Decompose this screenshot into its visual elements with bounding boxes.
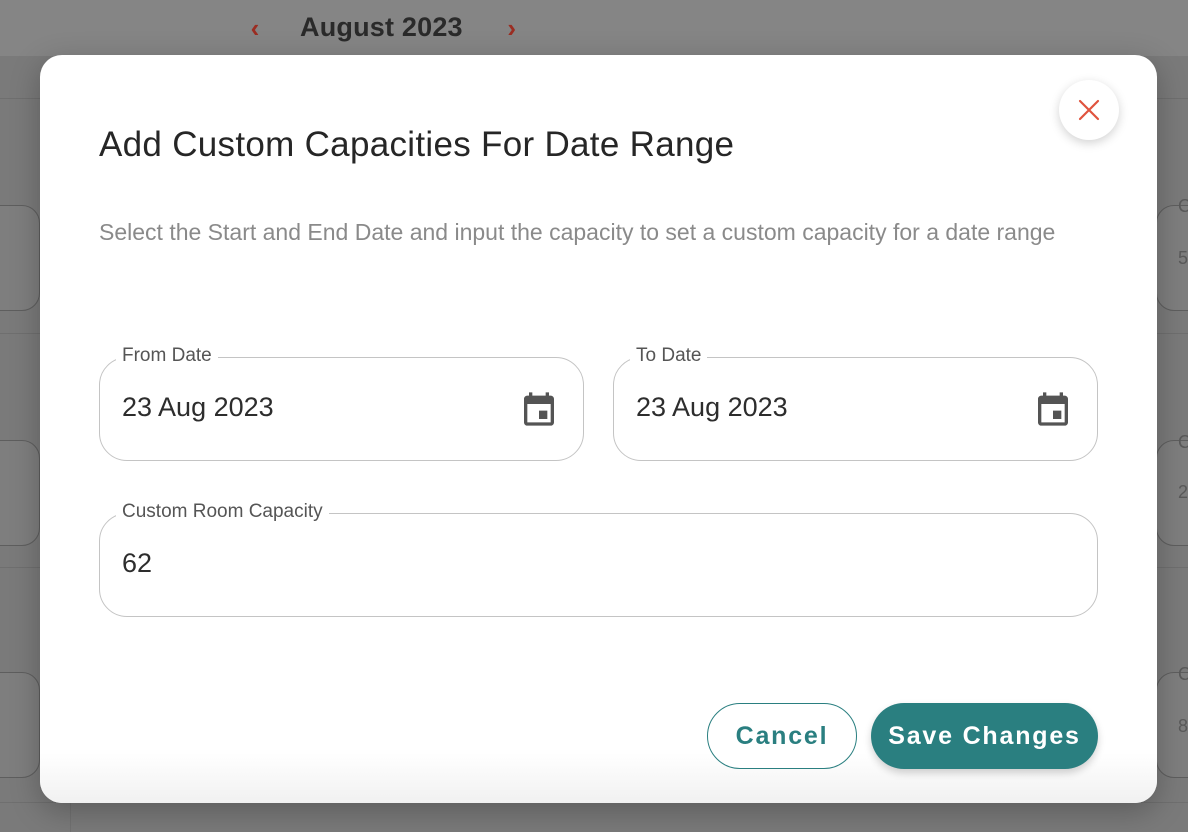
- month-label: August 2023: [300, 12, 463, 42]
- from-date-field[interactable]: From Date 23 Aug 2023: [99, 344, 584, 461]
- calendar-header: ‹ August 2023 ›: [0, 0, 1188, 56]
- cancel-button[interactable]: Cancel: [707, 703, 857, 769]
- dialog-title: Add Custom Capacities For Date Range: [99, 125, 735, 164]
- custom-capacity-dialog: Add Custom Capacities For Date Range Sel…: [40, 55, 1157, 803]
- calendar-day-card: [0, 440, 40, 546]
- to-date-field[interactable]: To Date 23 Aug 2023: [613, 344, 1098, 461]
- close-button[interactable]: [1059, 80, 1119, 140]
- dialog-description: Select the Start and End Date and input …: [99, 219, 1056, 245]
- to-date-label: To Date: [630, 344, 708, 368]
- room-capacity-field[interactable]: Custom Room Capacity 62: [99, 500, 1098, 617]
- edge-glyph: 2: [1178, 482, 1188, 502]
- close-icon: [1078, 99, 1100, 121]
- calendar-icon[interactable]: [519, 389, 559, 429]
- chevron-right-icon[interactable]: ›: [497, 15, 527, 41]
- to-date-value[interactable]: 23 Aug 2023: [636, 392, 788, 423]
- month-navigation: ‹ August 2023 ›: [240, 12, 527, 43]
- room-capacity-label: Custom Room Capacity: [116, 500, 329, 524]
- room-capacity-value[interactable]: 62: [122, 548, 152, 579]
- from-date-value[interactable]: 23 Aug 2023: [122, 392, 274, 423]
- edge-glyph: C: [1178, 664, 1188, 684]
- calendar-day-card: [0, 672, 40, 778]
- calendar-day-card: [0, 205, 40, 311]
- chevron-left-icon[interactable]: ‹: [240, 15, 270, 41]
- edge-glyph: C: [1178, 196, 1188, 216]
- calendar-icon[interactable]: [1033, 389, 1073, 429]
- edge-glyph: 8: [1178, 716, 1188, 736]
- edge-glyph: 5: [1178, 248, 1188, 268]
- from-date-label: From Date: [116, 344, 218, 368]
- save-changes-button[interactable]: Save Changes: [871, 703, 1098, 769]
- edge-glyph: C: [1178, 432, 1188, 452]
